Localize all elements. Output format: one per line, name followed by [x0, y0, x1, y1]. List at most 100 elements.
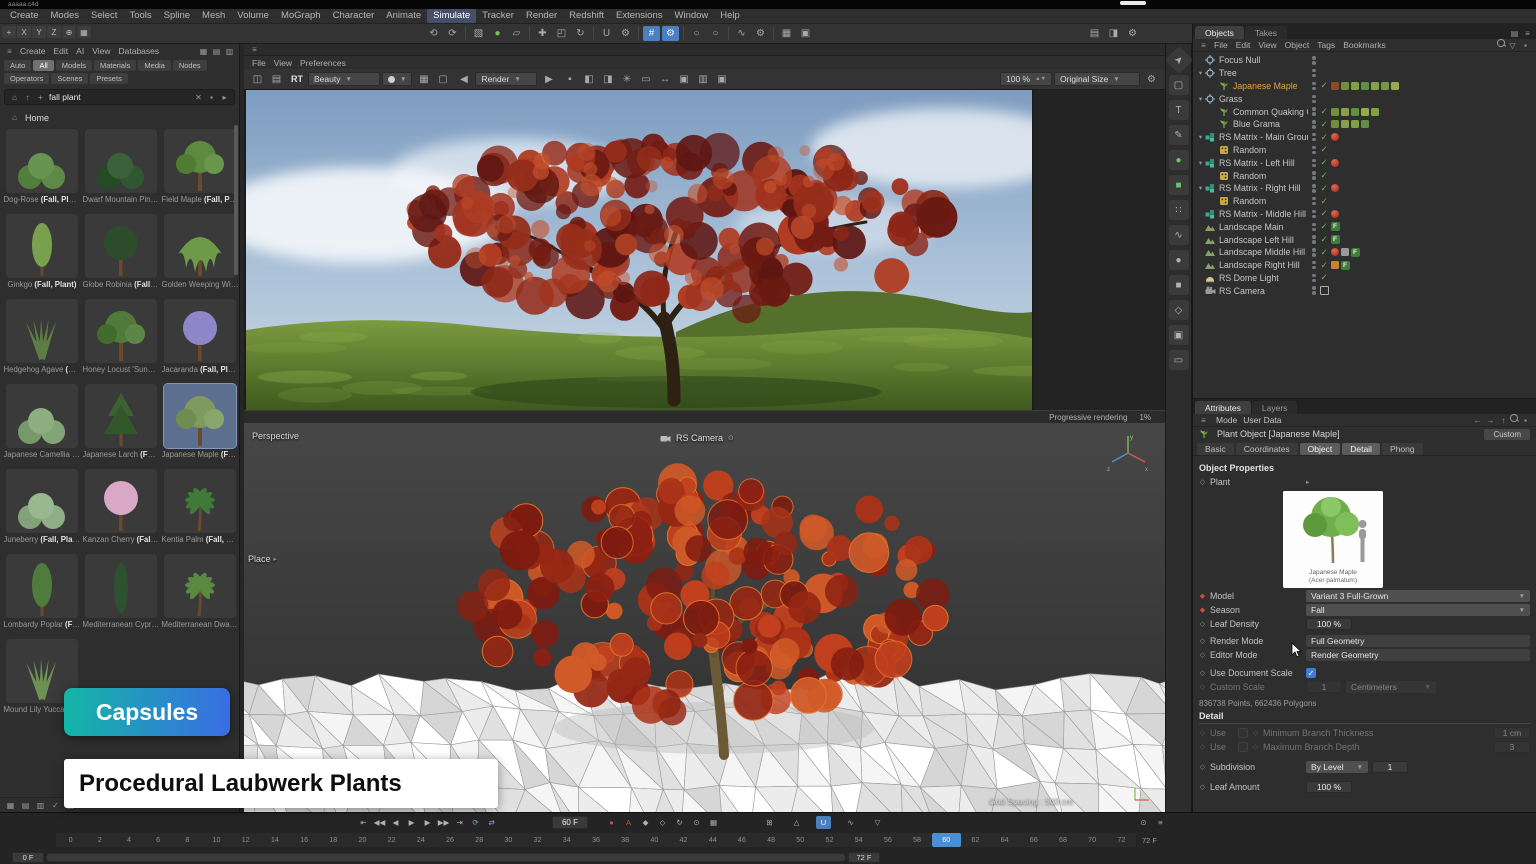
- region-icon[interactable]: ▭: [637, 72, 654, 87]
- asset-item[interactable]: Honey Locust 'Sunburst' (Fall, Plant): [82, 299, 160, 374]
- asset-item[interactable]: Golden Weeping Willow (Fall, Plant): [161, 214, 239, 289]
- menu-tools[interactable]: Tools: [123, 9, 157, 23]
- list-view-icon[interactable]: ▤: [19, 800, 32, 811]
- frame-tick[interactable]: 20: [348, 833, 377, 847]
- object-row[interactable]: Landscape Right Hill✓F: [1193, 259, 1536, 272]
- attr-tab-detail[interactable]: Detail: [1342, 443, 1380, 455]
- frame-tick[interactable]: 44: [698, 833, 727, 847]
- prev-frame-icon[interactable]: ◀: [388, 816, 403, 829]
- magnet-settings-icon[interactable]: ⚙: [617, 26, 634, 41]
- texture-chip[interactable]: [1371, 108, 1379, 116]
- key-position-icon[interactable]: ◆: [638, 816, 653, 829]
- expand-caret[interactable]: ▾: [1196, 159, 1205, 167]
- asset-menu-edit[interactable]: Edit: [50, 46, 73, 56]
- filter-models[interactable]: Models: [56, 60, 92, 71]
- texture-chip[interactable]: [1331, 261, 1339, 269]
- frame-tick[interactable]: 48: [757, 833, 786, 847]
- subdivision-mode-select[interactable]: By Level▼: [1306, 761, 1368, 773]
- frame-tick[interactable]: 26: [435, 833, 464, 847]
- asset-thumbnail[interactable]: [164, 554, 236, 618]
- visibility-dots[interactable]: [1312, 235, 1316, 244]
- gear-icon[interactable]: ⚙: [1143, 72, 1160, 87]
- editor-mode-select[interactable]: Render Geometry: [1306, 649, 1530, 661]
- custom-scale-input[interactable]: 1: [1306, 681, 1342, 693]
- asset-thumbnail[interactable]: [85, 214, 157, 278]
- asset-thumbnail[interactable]: [6, 299, 78, 363]
- om-menu-view[interactable]: View: [1254, 40, 1280, 50]
- box-select-icon[interactable]: ▢: [1169, 75, 1189, 95]
- custom-scale-unit-select[interactable]: Centimeters▼: [1346, 681, 1436, 693]
- plant-preview-thumbnail[interactable]: Japanese Maple (Acer palmatum): [1283, 491, 1383, 588]
- camera-options-icon[interactable]: ⊙: [728, 434, 734, 442]
- object-row[interactable]: RS Camera: [1193, 284, 1536, 297]
- frame-tick[interactable]: 36: [581, 833, 610, 847]
- capsule-icon[interactable]: ▱: [508, 26, 525, 41]
- asset-scrollbar[interactable]: [234, 125, 238, 275]
- clear-icon[interactable]: ✕: [192, 92, 205, 103]
- folder-icon[interactable]: ▸: [218, 92, 231, 103]
- move-icon[interactable]: ✚: [534, 26, 551, 41]
- asset-menu-create[interactable]: Create: [16, 46, 50, 56]
- frame-tick[interactable]: 18: [319, 833, 348, 847]
- asset-item[interactable]: Field Maple (Fall, Plant): [161, 129, 239, 204]
- undo-icon[interactable]: ⟲: [425, 26, 442, 41]
- asset-item[interactable]: Mediterranean Cypress (Fall, Plant): [82, 554, 160, 629]
- sim-off-b-icon[interactable]: ○: [707, 26, 724, 41]
- frame-tick[interactable]: 72: [1107, 833, 1136, 847]
- workplane-a-icon[interactable]: ▦: [778, 26, 795, 41]
- frame-tick[interactable]: 34: [552, 833, 581, 847]
- attr-tab-object[interactable]: Object: [1300, 443, 1341, 455]
- asset-menu-view[interactable]: View: [88, 46, 114, 56]
- asset-menu-ai[interactable]: AI: [72, 46, 88, 56]
- render-settings-icon[interactable]: ⚙: [1124, 26, 1141, 41]
- material-chip[interactable]: [1331, 133, 1339, 141]
- save-icon[interactable]: ◫: [249, 72, 266, 87]
- asset-item[interactable]: Globe Robinia (Fall, Plant): [82, 214, 160, 289]
- frame-tick[interactable]: 64: [990, 833, 1019, 847]
- redshift-icon[interactable]: ●: [1169, 150, 1189, 170]
- material-chip[interactable]: [1331, 159, 1339, 167]
- visibility-dots[interactable]: [1312, 159, 1316, 168]
- object-row[interactable]: ▾RS Matrix - Main Ground✓: [1193, 131, 1536, 144]
- asset-item[interactable]: Japanese Larch (Fall, Plant): [82, 384, 160, 459]
- grid-view-icon[interactable]: ▦: [4, 800, 17, 811]
- frame-tick[interactable]: 6: [144, 833, 173, 847]
- frame-tick[interactable]: 38: [611, 833, 640, 847]
- mode-menu[interactable]: Mode: [1216, 415, 1237, 425]
- menu-mesh[interactable]: Mesh: [196, 9, 231, 23]
- globe-icon[interactable]: ⊕: [62, 26, 76, 38]
- search-input[interactable]: [49, 92, 190, 102]
- asset-thumbnail[interactable]: [6, 554, 78, 618]
- asset-item[interactable]: Ginkgo (Fall, Plant): [3, 214, 81, 289]
- text-tool-icon[interactable]: T: [1169, 100, 1189, 120]
- rv-menu-view[interactable]: View: [270, 58, 296, 68]
- render-view-icon[interactable]: ▤: [1086, 26, 1103, 41]
- split-view-icon[interactable]: ▥: [223, 46, 236, 57]
- visibility-dots[interactable]: [1312, 107, 1316, 116]
- deformer-icon[interactable]: ◇: [1169, 300, 1189, 320]
- visibility-dots[interactable]: [1312, 286, 1316, 295]
- model-select[interactable]: Variant 3 Full-Grown▼: [1306, 590, 1530, 602]
- select-arrow-icon[interactable]: ➤: [1164, 46, 1192, 74]
- filter-materials[interactable]: Materials: [94, 60, 136, 71]
- frame-tick[interactable]: 28: [465, 833, 494, 847]
- enable-toggle[interactable]: ✓: [1320, 208, 1329, 219]
- asset-thumbnail[interactable]: [85, 469, 157, 533]
- snapshot-icon[interactable]: ✳: [618, 72, 635, 87]
- multi-view-icon[interactable]: ▥: [694, 72, 711, 87]
- asset-thumbnail[interactable]: [164, 469, 236, 533]
- simulate-sphere-icon[interactable]: ●: [489, 26, 506, 41]
- leaf-amount-input[interactable]: 100 %: [1306, 781, 1352, 793]
- hamburger-icon[interactable]: ≡: [1197, 40, 1210, 51]
- filter-auto[interactable]: Auto: [4, 60, 31, 71]
- object-row[interactable]: ▾RS Matrix - Right Hill✓: [1193, 182, 1536, 195]
- texture-chip[interactable]: [1351, 108, 1359, 116]
- primitive-sphere-icon[interactable]: ●: [1169, 250, 1189, 270]
- asset-thumbnail[interactable]: [164, 299, 236, 363]
- range-start-input[interactable]: 0 F: [12, 852, 44, 863]
- asset-thumbnail[interactable]: [164, 214, 236, 278]
- expand-caret[interactable]: ▾: [1196, 95, 1205, 103]
- expand-caret[interactable]: ▾: [1196, 133, 1205, 141]
- crop-icon[interactable]: ▢: [434, 72, 451, 87]
- attr-tab-coordinates[interactable]: Coordinates: [1236, 443, 1298, 455]
